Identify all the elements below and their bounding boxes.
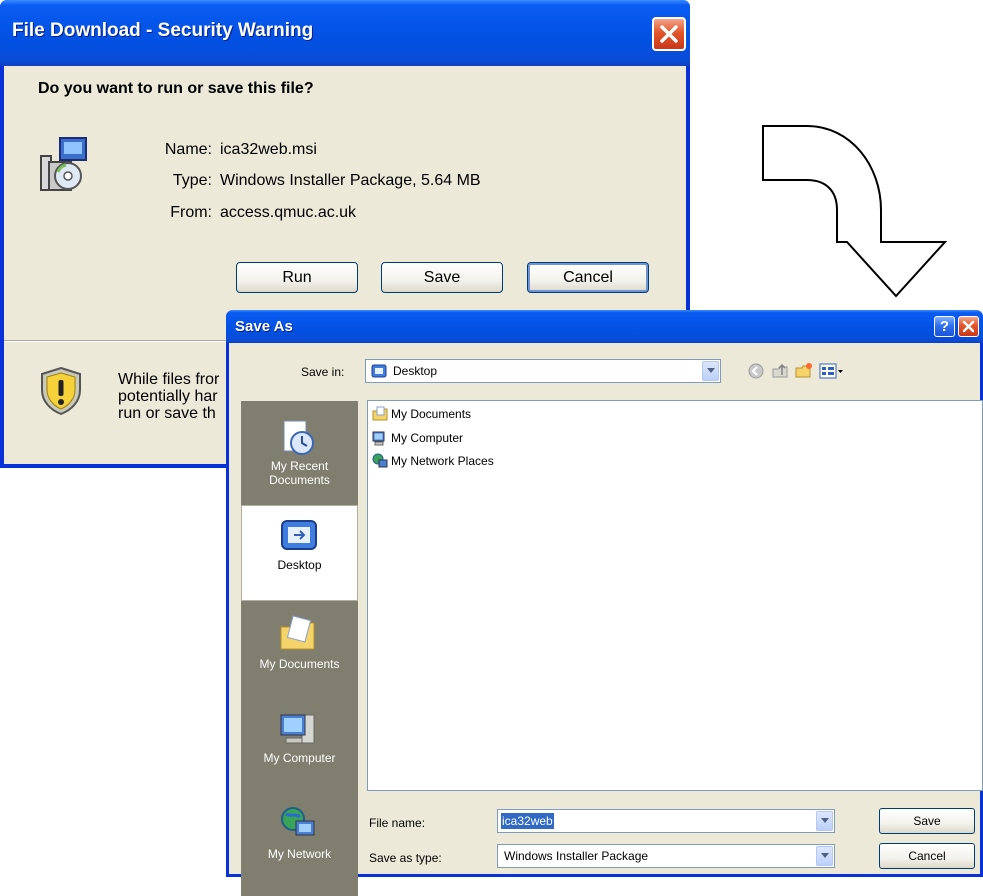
file-name-value: ica32web [501,813,554,829]
desktop-icon [281,520,317,550]
type-value: Windows Installer Package, 5.64 MB [220,172,481,189]
save-in-label: Save in: [301,365,345,379]
run-button[interactable]: Run [236,262,358,293]
computer-icon [372,431,385,446]
save-as-type-value: Windows Installer Package [504,849,649,863]
from-label: From: [170,204,212,221]
place-my-documents[interactable]: My Documents [241,605,358,701]
file-name-label: File name: [369,816,426,830]
place-label: My Network [267,847,332,861]
save-as-save-button[interactable]: Save [879,808,975,834]
name-value: ica32web.msi [220,141,317,158]
security-shield-icon [41,366,81,416]
my-documents-icon [280,615,315,650]
cancel-button[interactable]: Cancel [527,262,649,293]
download-close-button[interactable] [652,17,686,51]
save-as-dialog: Save As ? Save in: Desktop My Recent Doc… [226,310,983,896]
type-label: Type: [172,172,212,189]
save-as-type-label: Save as type: [369,851,442,865]
save-button[interactable]: Save [381,262,503,293]
place-label: Desktop [277,558,322,572]
from-value: access.qmuc.ac.uk [220,204,357,221]
file-list[interactable]: My Documents My Computer My Network Plac… [367,400,983,791]
place-label: My Documents [259,657,340,671]
chevron-down-icon[interactable] [816,811,833,831]
place-label: My Computer [263,751,336,765]
save-as-type-dropdown[interactable]: Windows Installer Package [497,844,835,868]
place-desktop[interactable]: Desktop [241,505,358,601]
file-name-text: My Network Places [391,454,494,468]
close-icon [962,320,975,333]
places-bar: My Recent Documents Desktop My Documents [241,401,358,896]
chevron-down-icon[interactable] [702,361,719,381]
help-button[interactable]: ? [934,316,955,337]
curved-arrow-icon [762,125,948,298]
save-as-close-button[interactable] [958,316,979,337]
my-network-icon [281,807,315,836]
save-in-value: Desktop [393,364,438,378]
download-title: File Download - Security Warning [12,20,314,41]
my-computer-icon [280,714,315,744]
name-label: Name: [164,141,212,158]
file-name-text: My Documents [391,407,472,421]
save-as-title: Save As [235,318,293,335]
back-icon[interactable] [747,362,765,380]
download-question: Do you want to run or save this file? [38,80,314,97]
save-as-body: Save in: Desktop My Recent Documents Des… [229,343,983,896]
folder-icon [372,406,388,421]
up-folder-icon[interactable] [771,362,789,380]
installer-package-icon [40,137,87,191]
network-icon [372,453,388,468]
recent-documents-icon [283,420,314,455]
download-title-bar[interactable]: File Download - Security Warning [0,0,690,66]
view-menu-icon[interactable] [819,362,845,380]
close-icon [660,25,678,43]
place-my-recent-documents[interactable]: My Recent Documents [241,407,358,503]
new-folder-icon[interactable] [795,362,813,380]
file-name-field[interactable]: ica32web [497,809,835,833]
place-my-computer[interactable]: My Computer [241,699,358,795]
file-name-text: My Computer [391,431,464,445]
place-label: My Recent Documents [269,459,330,487]
save-as-title-bar[interactable]: Save As ? [226,310,983,343]
save-in-dropdown[interactable]: Desktop [365,359,721,383]
chevron-down-icon[interactable] [816,846,833,866]
desktop-icon [371,364,387,378]
save-as-cancel-button[interactable]: Cancel [879,843,975,869]
